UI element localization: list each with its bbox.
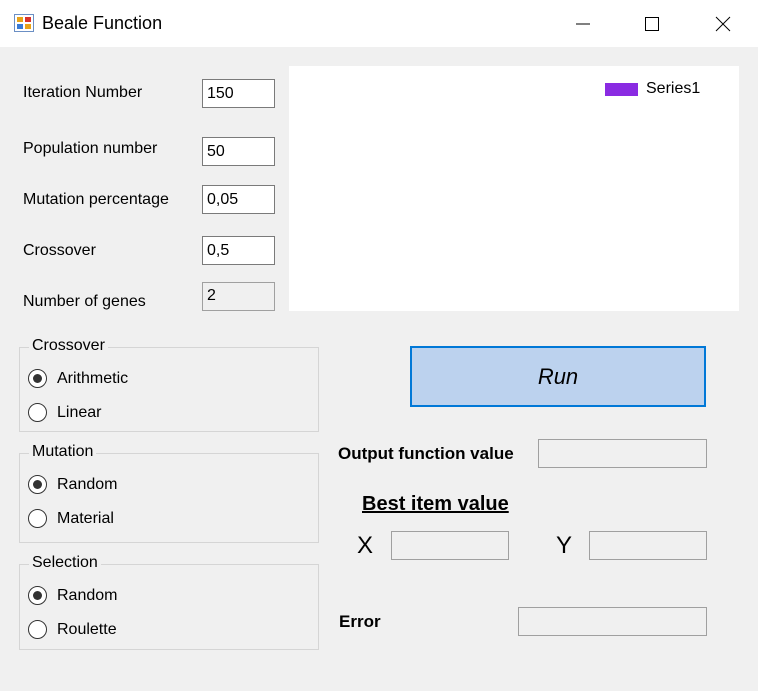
radio-label: Random bbox=[57, 586, 118, 604]
mutation-percentage-label: Mutation percentage bbox=[23, 191, 169, 208]
mutation-group-title: Mutation bbox=[29, 443, 97, 461]
maximize-button[interactable] bbox=[617, 0, 687, 47]
crossover-group-title: Crossover bbox=[29, 337, 108, 355]
x-label: X bbox=[357, 532, 374, 559]
x-value-field bbox=[391, 531, 509, 560]
number-of-genes-input bbox=[202, 282, 275, 311]
error-label: Error bbox=[339, 612, 381, 631]
radio-mutation-random[interactable]: Random bbox=[28, 475, 117, 494]
mutation-groupbox: Mutation Random Material bbox=[19, 443, 319, 543]
radio-selected-icon[interactable] bbox=[28, 475, 47, 494]
radio-label: Arithmetic bbox=[57, 369, 129, 387]
run-button[interactable]: Run bbox=[410, 346, 706, 407]
radio-unselected-icon[interactable] bbox=[28, 509, 47, 528]
selection-group-title: Selection bbox=[29, 554, 101, 572]
radio-selection-random[interactable]: Random bbox=[28, 586, 117, 605]
radio-roulette[interactable]: Roulette bbox=[28, 620, 117, 639]
radio-unselected-icon[interactable] bbox=[28, 403, 47, 422]
chart-area: Series1 bbox=[289, 66, 739, 311]
close-icon bbox=[715, 16, 731, 31]
best-item-value-heading: Best item value bbox=[362, 493, 509, 515]
radio-linear[interactable]: Linear bbox=[28, 403, 101, 422]
close-button[interactable] bbox=[688, 0, 758, 47]
crossover-label: Crossover bbox=[23, 242, 96, 259]
radio-material[interactable]: Material bbox=[28, 509, 114, 528]
radio-label: Roulette bbox=[57, 620, 117, 638]
app-window-icon bbox=[14, 14, 34, 32]
iteration-number-input[interactable] bbox=[202, 79, 275, 108]
population-number-label: Population number bbox=[23, 140, 158, 157]
radio-arithmetic[interactable]: Arithmetic bbox=[28, 369, 128, 388]
radio-selected-icon[interactable] bbox=[28, 369, 47, 388]
title-bar: Beale Function bbox=[0, 0, 758, 47]
radio-unselected-icon[interactable] bbox=[28, 620, 47, 639]
mutation-percentage-input[interactable] bbox=[202, 185, 275, 214]
minimize-icon bbox=[576, 23, 590, 24]
iteration-number-label: Iteration Number bbox=[23, 84, 143, 101]
window-title: Beale Function bbox=[42, 13, 163, 33]
crossover-groupbox: Crossover Arithmetic Linear bbox=[19, 337, 319, 432]
radio-selected-icon[interactable] bbox=[28, 586, 47, 605]
crossover-input[interactable] bbox=[202, 236, 275, 265]
radio-label: Linear bbox=[57, 403, 102, 421]
output-function-value-field bbox=[538, 439, 707, 468]
maximize-icon bbox=[645, 16, 659, 31]
error-value-field bbox=[518, 607, 707, 636]
minimize-button[interactable] bbox=[548, 0, 618, 47]
selection-groupbox: Selection Random Roulette bbox=[19, 554, 319, 650]
y-value-field bbox=[589, 531, 707, 560]
legend-swatch bbox=[605, 83, 638, 96]
legend-label: Series1 bbox=[646, 80, 701, 97]
radio-label: Random bbox=[57, 475, 118, 493]
population-number-input[interactable] bbox=[202, 137, 275, 166]
number-of-genes-label: Number of genes bbox=[23, 293, 146, 310]
run-button-label: Run bbox=[537, 363, 579, 389]
output-function-value-label: Output function value bbox=[338, 444, 514, 463]
radio-label: Material bbox=[57, 509, 114, 527]
y-label: Y bbox=[556, 532, 573, 559]
